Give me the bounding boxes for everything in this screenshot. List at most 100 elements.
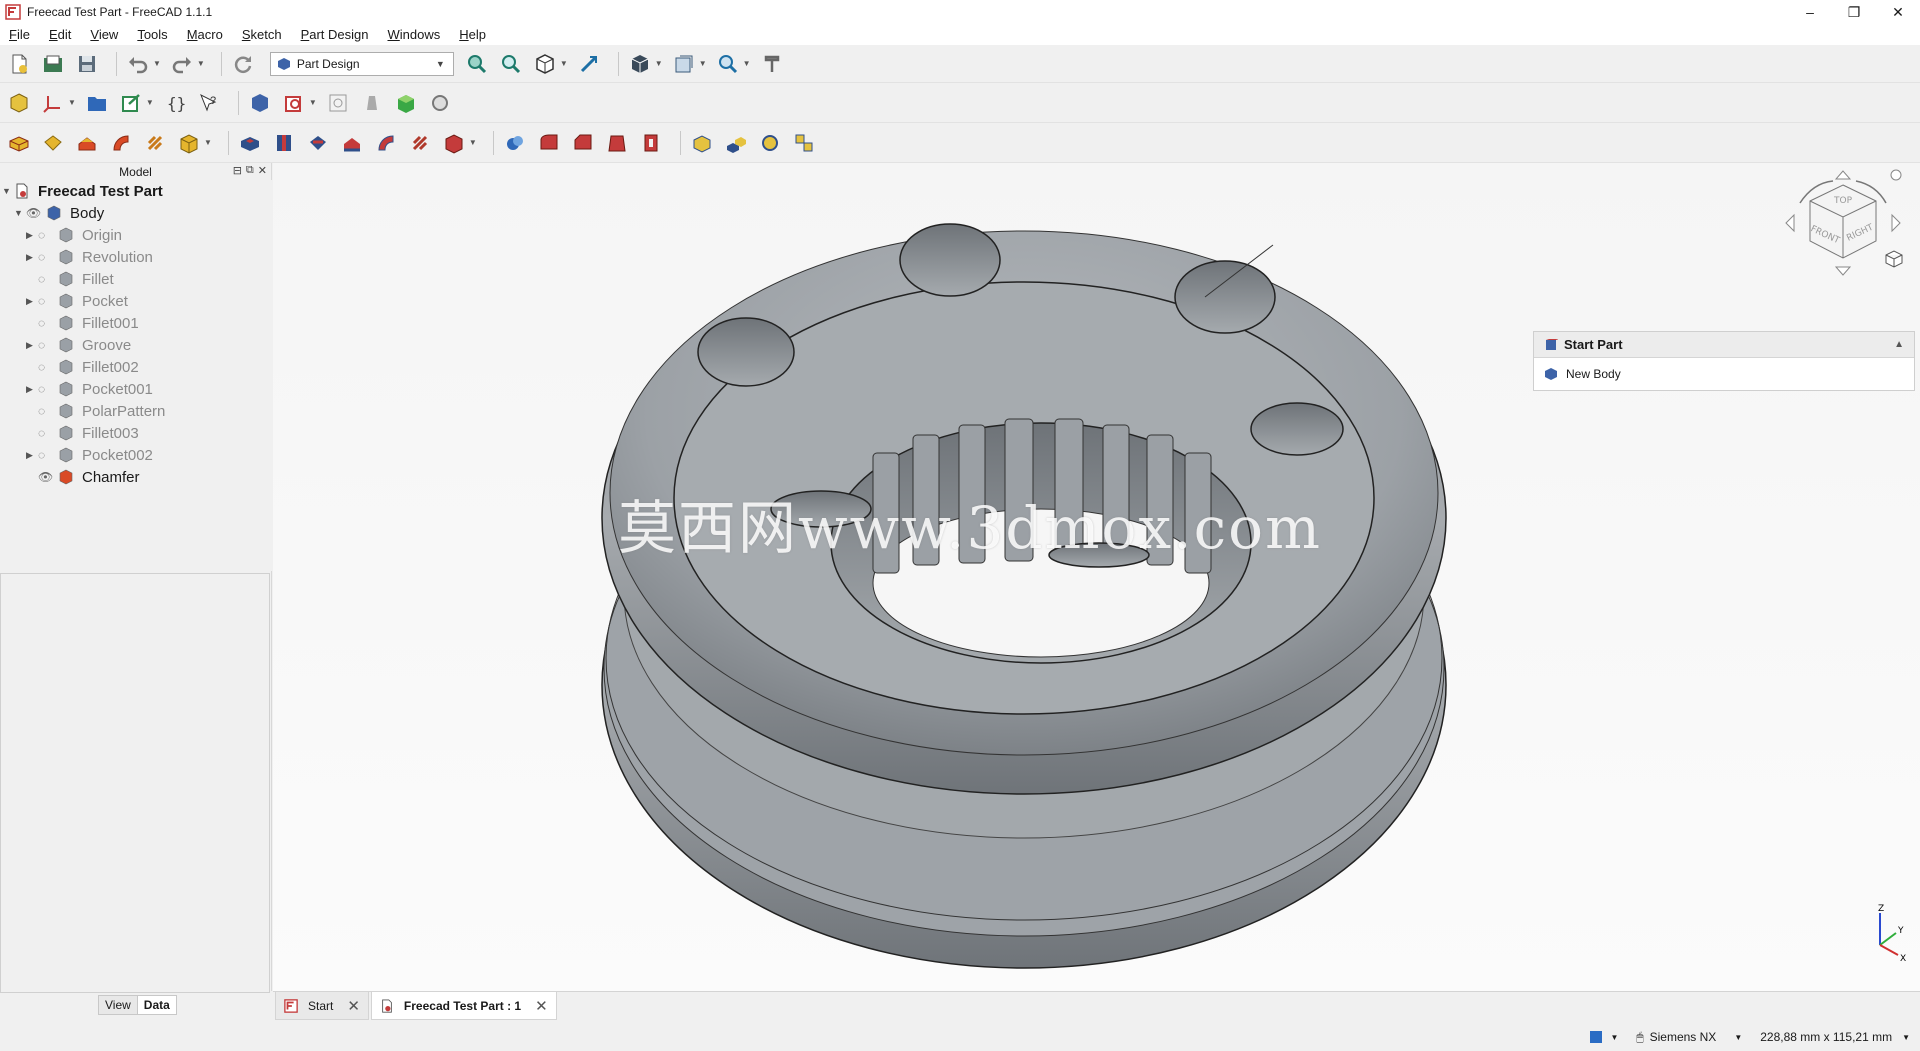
additive-helix-button[interactable] bbox=[142, 130, 168, 156]
fit-selection-button[interactable] bbox=[498, 51, 524, 77]
menu-help[interactable]: Help bbox=[459, 27, 486, 42]
create-datum-button[interactable] bbox=[40, 90, 66, 116]
subtractive-helix-button[interactable] bbox=[407, 130, 433, 156]
undo-button[interactable] bbox=[125, 51, 151, 77]
redo-button[interactable] bbox=[169, 51, 195, 77]
fillet-button[interactable] bbox=[536, 130, 562, 156]
selection-dropdown-icon[interactable]: ▼ bbox=[699, 59, 707, 68]
sketch-dropdown-icon[interactable]: ▼ bbox=[309, 98, 317, 107]
hidden-eye-icon[interactable]: ◌ bbox=[38, 448, 52, 462]
chamfer-button[interactable] bbox=[570, 130, 596, 156]
visibility-eye-icon[interactable]: 👁 bbox=[26, 206, 41, 220]
standard-views-button[interactable] bbox=[532, 51, 558, 77]
expand-arrow-icon[interactable]: ▶ bbox=[26, 252, 38, 263]
subtractive-dropdown-icon[interactable]: ▼ bbox=[469, 138, 477, 147]
expand-arrow-icon[interactable]: ▶ bbox=[26, 296, 38, 307]
menu-file[interactable]: File bbox=[9, 27, 30, 42]
panel-float-icon[interactable]: ⊟ bbox=[233, 164, 242, 177]
doc-tab-freecad-test-part[interactable]: Freecad Test Part : 1 ✕ bbox=[370, 992, 557, 1020]
additive-pipe-button[interactable] bbox=[108, 130, 134, 156]
tree-item-pocket[interactable]: ▶ ◌ Pocket bbox=[26, 290, 128, 312]
task-panel-header[interactable]: Start Part ▲ bbox=[1534, 332, 1914, 358]
tree-item-pocket001[interactable]: ▶ ◌ Pocket001 bbox=[26, 378, 153, 400]
minimize-button[interactable]: – bbox=[1788, 0, 1832, 24]
boolean-button[interactable] bbox=[502, 130, 528, 156]
open-file-button[interactable] bbox=[40, 51, 66, 77]
multi-transform-button[interactable] bbox=[791, 130, 817, 156]
tree-item-origin[interactable]: ▶ ◌ Origin bbox=[26, 224, 122, 246]
expand-arrow-icon[interactable]: ▶ bbox=[26, 384, 38, 395]
additive-loft-button[interactable] bbox=[74, 130, 100, 156]
tree-item-fillet[interactable]: ◌ Fillet bbox=[26, 268, 114, 290]
menu-sketch[interactable]: Sketch bbox=[242, 27, 282, 42]
views-dropdown-icon[interactable]: ▼ bbox=[560, 59, 568, 68]
create-body-button[interactable] bbox=[247, 90, 273, 116]
tree-item-polarpattern[interactable]: ◌ PolarPattern bbox=[26, 400, 165, 422]
pocket-button[interactable] bbox=[237, 130, 263, 156]
create-part-button[interactable] bbox=[6, 90, 32, 116]
doc-tab-start[interactable]: Start ✕ bbox=[275, 992, 369, 1020]
draft-button[interactable] bbox=[604, 130, 630, 156]
expand-arrow-icon[interactable]: ▶ bbox=[26, 450, 38, 461]
draw-style-indicator[interactable]: ▼ bbox=[1590, 1031, 1618, 1043]
expand-arrow-icon[interactable]: ▶ bbox=[26, 340, 38, 351]
bounding-box-button[interactable] bbox=[671, 51, 697, 77]
datum-dropdown-icon[interactable]: ▼ bbox=[68, 98, 76, 107]
tab-view[interactable]: View bbox=[98, 995, 138, 1015]
primitive-dropdown-icon[interactable]: ▼ bbox=[204, 138, 212, 147]
create-group-button[interactable] bbox=[84, 90, 110, 116]
workbench-selector[interactable]: Part Design ▼ bbox=[269, 51, 454, 76]
3d-viewport[interactable]: 莫西网www.3dmox.com TOP FRONT RIGHT Start P… bbox=[273, 163, 1920, 991]
close-window-button[interactable]: ✕ bbox=[1876, 0, 1920, 24]
tree-item-pocket002[interactable]: ▶ ◌ Pocket002 bbox=[26, 444, 153, 466]
help-cursor-button[interactable]: ? bbox=[196, 90, 222, 116]
measure-button[interactable] bbox=[576, 51, 602, 77]
dimension-readout[interactable]: 228,88 mm x 115,21 mm ▼ bbox=[1760, 1030, 1910, 1044]
hidden-eye-icon[interactable]: ◌ bbox=[38, 426, 52, 440]
expand-arrow-icon[interactable]: ▼ bbox=[14, 208, 26, 218]
tree-item-groove[interactable]: ▶ ◌ Groove bbox=[26, 334, 131, 356]
hidden-eye-icon[interactable]: ◌ bbox=[38, 360, 52, 374]
tree-item-fillet001[interactable]: ◌ Fillet001 bbox=[26, 312, 139, 334]
3d-model-render[interactable] bbox=[273, 163, 1920, 991]
tree-item-freecad-test-part[interactable]: ▼ Freecad Test Part bbox=[2, 180, 163, 202]
link-dropdown-icon[interactable]: ▼ bbox=[146, 98, 154, 107]
additive-primitive-button[interactable] bbox=[176, 130, 202, 156]
save-button[interactable] bbox=[74, 51, 100, 77]
new-file-button[interactable] bbox=[6, 51, 32, 77]
hidden-eye-icon[interactable]: ◌ bbox=[38, 272, 52, 286]
hidden-eye-icon[interactable]: ◌ bbox=[38, 382, 52, 396]
zoom-button[interactable] bbox=[715, 51, 741, 77]
shape-binder-button[interactable] bbox=[359, 90, 385, 116]
hidden-eye-icon[interactable]: ◌ bbox=[38, 316, 52, 330]
groove-button[interactable] bbox=[305, 130, 331, 156]
maximize-button[interactable]: ❐ bbox=[1832, 0, 1876, 24]
subtractive-pipe-button[interactable] bbox=[373, 130, 399, 156]
create-sketch-button[interactable] bbox=[281, 90, 307, 116]
tree-item-body[interactable]: ▼ 👁 Body bbox=[14, 202, 104, 224]
collapse-icon[interactable]: ▲ bbox=[1894, 339, 1904, 350]
panel-close-icon[interactable]: ✕ bbox=[258, 164, 267, 177]
menu-view[interactable]: View bbox=[90, 27, 118, 42]
menu-windows[interactable]: Windows bbox=[388, 27, 441, 42]
hole-button[interactable] bbox=[271, 130, 297, 156]
pad-button[interactable] bbox=[6, 130, 32, 156]
close-tab-icon[interactable]: ✕ bbox=[347, 997, 360, 1015]
sub-shape-binder-button[interactable] bbox=[393, 90, 419, 116]
expand-arrow-icon[interactable]: ▶ bbox=[26, 230, 38, 241]
menu-part-design[interactable]: Part Design bbox=[301, 27, 369, 42]
whats-this-button[interactable] bbox=[759, 51, 785, 77]
redo-dropdown-icon[interactable]: ▼ bbox=[197, 59, 205, 68]
navigation-style-selector[interactable]: 🖱 Siemens NX ▼ bbox=[1636, 1030, 1742, 1045]
subtractive-loft-button[interactable] bbox=[339, 130, 365, 156]
hidden-eye-icon[interactable]: ◌ bbox=[38, 228, 52, 242]
visibility-eye-icon[interactable]: 👁 bbox=[38, 470, 53, 484]
revolution-button[interactable] bbox=[40, 130, 66, 156]
fit-all-button[interactable] bbox=[464, 51, 490, 77]
hidden-eye-icon[interactable]: ◌ bbox=[38, 294, 52, 308]
validate-sketch-button[interactable] bbox=[325, 90, 351, 116]
navigation-cube[interactable]: TOP FRONT RIGHT bbox=[1768, 163, 1918, 313]
clone-button[interactable] bbox=[427, 90, 453, 116]
draw-style-dropdown-icon[interactable]: ▼ bbox=[655, 59, 663, 68]
menu-tools[interactable]: Tools bbox=[137, 27, 167, 42]
